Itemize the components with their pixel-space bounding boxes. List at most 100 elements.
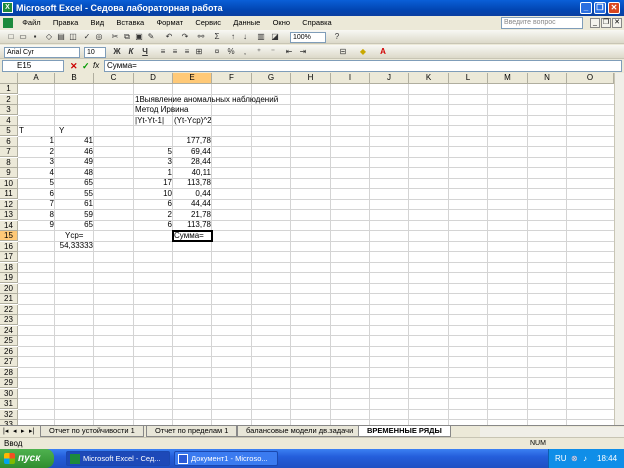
spreadsheet-grid[interactable]: A B C D E F G H I J K L M N O 1234567891… bbox=[0, 73, 624, 425]
cell-b13[interactable]: 59 bbox=[55, 210, 94, 220]
cell-b8[interactable]: 49 bbox=[55, 157, 94, 167]
font-color-icon[interactable]: A bbox=[378, 47, 388, 57]
copy-icon[interactable]: ⧉ bbox=[122, 32, 132, 42]
col-header-k[interactable]: K bbox=[409, 73, 449, 84]
cell-d9[interactable]: 1 bbox=[134, 168, 173, 178]
row-header-12[interactable]: 12 bbox=[0, 199, 18, 210]
cell-b14[interactable]: 65 bbox=[55, 220, 94, 230]
sheet-tab-stability-report[interactable]: Отчет по устойчивости 1 bbox=[40, 426, 144, 437]
cell-a10[interactable]: 5 bbox=[18, 178, 55, 188]
row-header-26[interactable]: 26 bbox=[0, 346, 18, 357]
cell-b12[interactable]: 61 bbox=[55, 199, 94, 209]
align-left-icon[interactable]: ≡ bbox=[158, 47, 168, 57]
row-header-11[interactable]: 11 bbox=[0, 189, 18, 199]
row-header-13[interactable]: 13 bbox=[0, 210, 18, 220]
minimize-button[interactable]: _ bbox=[580, 2, 592, 14]
cell-e11[interactable]: 0,44 bbox=[173, 189, 212, 199]
row-header-27[interactable]: 27 bbox=[0, 357, 18, 367]
cell-d2[interactable]: 1Выявление аномальных наблюдений bbox=[134, 95, 304, 105]
menu-format[interactable]: Формат bbox=[151, 16, 188, 30]
row-header-30[interactable]: 30 bbox=[0, 388, 18, 399]
col-header-e[interactable]: E bbox=[173, 73, 212, 84]
percent-icon[interactable]: % bbox=[226, 47, 236, 57]
formula-input[interactable]: Сумма= bbox=[104, 60, 622, 72]
borders-icon[interactable]: ⊟ bbox=[338, 47, 348, 57]
decrease-indent-icon[interactable]: ⇤ bbox=[284, 47, 294, 57]
cell-a5[interactable]: T bbox=[18, 126, 55, 136]
increase-decimal-icon[interactable]: ⁺ bbox=[254, 47, 264, 57]
fill-color-icon[interactable]: ◆ bbox=[358, 47, 368, 57]
name-box[interactable]: E15 bbox=[2, 60, 64, 72]
cell-b7[interactable]: 46 bbox=[55, 147, 94, 157]
row-header-3[interactable]: 3 bbox=[0, 105, 18, 115]
row-header-8[interactable]: 8 bbox=[0, 157, 18, 168]
taskbar-excel[interactable]: Microsoft Excel - Сед... bbox=[66, 451, 170, 466]
taskbar-word[interactable]: Документ1 - Microso... bbox=[174, 451, 278, 466]
chart-wizard-icon[interactable]: ▥ bbox=[256, 32, 266, 42]
doc-close-button[interactable]: ✕ bbox=[612, 18, 622, 28]
language-indicator[interactable]: RU bbox=[555, 449, 567, 468]
menu-view[interactable]: Вид bbox=[86, 16, 110, 30]
menu-insert[interactable]: Вставка bbox=[111, 16, 149, 30]
cell-b16[interactable]: 54,33333 bbox=[55, 241, 94, 251]
row-header-6[interactable]: 6 bbox=[0, 136, 18, 147]
cell-a12[interactable]: 7 bbox=[18, 199, 55, 209]
spelling-icon[interactable]: ✓ bbox=[82, 32, 92, 42]
row-header-20[interactable]: 20 bbox=[0, 283, 18, 294]
sort-asc-icon[interactable]: ↑ bbox=[228, 32, 238, 42]
underline-button[interactable]: Ч bbox=[140, 47, 150, 57]
paste-icon[interactable]: ▣ bbox=[134, 32, 144, 42]
italic-button[interactable]: К bbox=[126, 47, 136, 57]
row-header-16[interactable]: 16 bbox=[0, 241, 18, 252]
menu-window[interactable]: Окно bbox=[268, 16, 295, 30]
col-header-m[interactable]: M bbox=[488, 73, 528, 84]
cell-b15[interactable]: Yср= bbox=[55, 231, 94, 241]
decrease-decimal-icon[interactable]: ⁻ bbox=[268, 47, 278, 57]
new-icon[interactable]: □ bbox=[6, 32, 16, 42]
cell-d4[interactable]: |Yt-Yt-1| bbox=[134, 116, 173, 126]
cell-a11[interactable]: 6 bbox=[18, 189, 55, 199]
cell-e8[interactable]: 28,44 bbox=[173, 157, 212, 167]
increase-indent-icon[interactable]: ⇥ bbox=[298, 47, 308, 57]
cell-d13[interactable]: 2 bbox=[134, 210, 173, 220]
row-header-7[interactable]: 7 bbox=[0, 147, 18, 157]
security-alert-icon[interactable]: ⊗ bbox=[571, 449, 578, 468]
autosum-icon[interactable]: Σ bbox=[212, 32, 222, 42]
print-icon[interactable]: ▤ bbox=[56, 32, 66, 42]
row-header-2[interactable]: 2 bbox=[0, 94, 18, 105]
doc-restore-button[interactable]: ❐ bbox=[601, 18, 611, 28]
col-header-c[interactable]: C bbox=[94, 73, 134, 84]
sort-desc-icon[interactable]: ↓ bbox=[240, 32, 250, 42]
row-header-19[interactable]: 19 bbox=[0, 273, 18, 283]
row-header-4[interactable]: 4 bbox=[0, 115, 18, 126]
row-header-25[interactable]: 25 bbox=[0, 336, 18, 346]
undo-icon[interactable]: ↶ bbox=[164, 32, 174, 42]
workbook-icon[interactable] bbox=[3, 18, 13, 28]
doc-minimize-button[interactable]: _ bbox=[590, 18, 600, 28]
cell-b6[interactable]: 41 bbox=[55, 136, 94, 146]
col-header-j[interactable]: J bbox=[370, 73, 409, 84]
cut-icon[interactable]: ✂ bbox=[110, 32, 120, 42]
sheet-tab-limits-report[interactable]: Отчет по пределам 1 bbox=[146, 426, 238, 437]
redo-icon[interactable]: ↷ bbox=[180, 32, 190, 42]
col-header-n[interactable]: N bbox=[528, 73, 567, 84]
row-header-1[interactable]: 1 bbox=[0, 84, 18, 94]
cell-e7[interactable]: 69,44 bbox=[173, 147, 212, 157]
row-header-29[interactable]: 29 bbox=[0, 378, 18, 388]
col-header-f[interactable]: F bbox=[212, 73, 252, 84]
col-header-l[interactable]: L bbox=[449, 73, 488, 84]
col-header-o[interactable]: O bbox=[567, 73, 614, 84]
align-right-icon[interactable]: ≡ bbox=[182, 47, 192, 57]
permission-icon[interactable]: ◇ bbox=[44, 32, 54, 42]
cell-b9[interactable]: 48 bbox=[55, 168, 94, 178]
cell-e12[interactable]: 44,44 bbox=[173, 199, 212, 209]
cell-d14[interactable]: 6 bbox=[134, 220, 173, 230]
row-header-14[interactable]: 14 bbox=[0, 220, 18, 231]
help-icon[interactable]: ? bbox=[332, 32, 342, 42]
save-icon[interactable]: ▪ bbox=[30, 32, 40, 42]
last-sheet-icon[interactable]: ▸| bbox=[29, 427, 34, 435]
ask-question-input[interactable]: Введите вопрос bbox=[501, 17, 583, 29]
cell-e4[interactable]: (Yt-Yср)^2 bbox=[173, 116, 218, 126]
row-header-28[interactable]: 28 bbox=[0, 367, 18, 378]
col-header-b[interactable]: B bbox=[55, 73, 94, 84]
